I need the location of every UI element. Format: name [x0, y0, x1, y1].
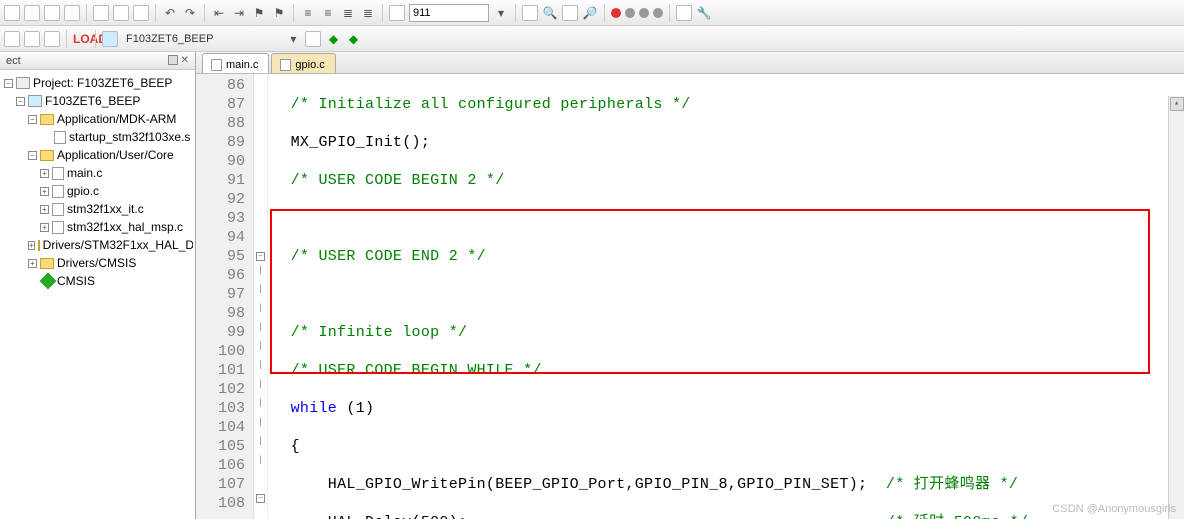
- window-icon[interactable]: [676, 5, 692, 21]
- file-icon: [211, 59, 222, 71]
- tree-grp-mdkarm[interactable]: −Application/MDK-ARM: [2, 110, 193, 128]
- editor-area: main.c gpio.c 86878889 90919293 94959697…: [196, 52, 1184, 519]
- redo-icon[interactable]: ↷: [182, 6, 198, 20]
- rebuild-icon[interactable]: [24, 31, 40, 47]
- new-icon[interactable]: [4, 5, 20, 21]
- bookmark-icon[interactable]: ⚑: [251, 6, 267, 20]
- debug-step-icon[interactable]: [625, 8, 635, 18]
- save-icon[interactable]: [44, 5, 60, 21]
- manage-icon[interactable]: ◆: [325, 32, 341, 46]
- saveall-icon[interactable]: [64, 5, 80, 21]
- uncomment-icon[interactable]: ≡: [320, 6, 336, 20]
- scroll-up-icon[interactable]: ▴: [1170, 97, 1184, 111]
- project-panel-header: ect ✕: [0, 52, 195, 70]
- tree-file-mainc[interactable]: +main.c: [2, 164, 193, 182]
- replace-icon[interactable]: 🔍: [542, 6, 558, 20]
- open-icon[interactable]: [24, 5, 40, 21]
- tree-grp-cmsis[interactable]: +Drivers/CMSIS: [2, 254, 193, 272]
- fold-icon[interactable]: −: [256, 494, 265, 503]
- format2-icon[interactable]: ≣: [360, 6, 376, 20]
- incremental-icon[interactable]: [562, 5, 578, 21]
- target-icon[interactable]: [102, 31, 118, 47]
- search-input[interactable]: [409, 4, 489, 22]
- bookmark-prev-icon[interactable]: ⚑: [271, 6, 287, 20]
- toolbar-build: LOAD F103ZET6_BEEP ▾ ◆ ◆: [0, 26, 1184, 52]
- target-name: F103ZET6_BEEP: [122, 33, 217, 45]
- build-icon[interactable]: [4, 31, 20, 47]
- close-panel-icon[interactable]: ✕: [181, 55, 189, 66]
- find-icon[interactable]: [389, 5, 405, 21]
- project-panel: ect ✕ −Project: F103ZET6_BEEP −F103ZET6_…: [0, 52, 196, 519]
- paste-icon[interactable]: [133, 5, 149, 21]
- dropdown2-icon[interactable]: ▾: [285, 32, 301, 46]
- tree-grp-haldrv[interactable]: +Drivers/STM32F1xx_HAL_D: [2, 236, 193, 254]
- comment-icon[interactable]: ≡: [300, 6, 316, 20]
- findfiles-icon[interactable]: [522, 5, 538, 21]
- indent-left-icon[interactable]: ⇤: [211, 6, 227, 20]
- tool-icon[interactable]: 🔧: [696, 6, 712, 20]
- packs-icon[interactable]: ◆: [345, 32, 361, 46]
- code-area[interactable]: 86878889 90919293 94959697 9899100101 10…: [196, 74, 1184, 519]
- download-icon[interactable]: LOAD: [73, 32, 89, 46]
- tree-file-startup[interactable]: startup_stm32f103xe.s: [2, 128, 193, 146]
- undo-icon[interactable]: ↶: [162, 6, 178, 20]
- tree-cmsis[interactable]: CMSIS: [2, 272, 193, 290]
- project-tree[interactable]: −Project: F103ZET6_BEEP −F103ZET6_BEEP −…: [0, 70, 195, 294]
- debug-step3-icon[interactable]: [653, 8, 663, 18]
- tree-file-halmsp[interactable]: +stm32f1xx_hal_msp.c: [2, 218, 193, 236]
- indent-right-icon[interactable]: ⇥: [231, 6, 247, 20]
- panel-title: ect: [6, 55, 21, 67]
- fold-column[interactable]: − ||||||||||| −: [254, 74, 268, 519]
- scrollbar-vertical[interactable]: ▴: [1168, 96, 1184, 519]
- tree-project-root[interactable]: −Project: F103ZET6_BEEP: [2, 74, 193, 92]
- pin-icon[interactable]: [168, 55, 178, 65]
- tree-grp-usercore[interactable]: −Application/User/Core: [2, 146, 193, 164]
- buildall-icon[interactable]: [44, 31, 60, 47]
- format-icon[interactable]: ≣: [340, 6, 356, 20]
- line-gutter: 86878889 90919293 94959697 9899100101 10…: [196, 74, 254, 519]
- options-icon[interactable]: [305, 31, 321, 47]
- tab-gpio-c[interactable]: gpio.c: [271, 53, 335, 73]
- debug-stop-icon[interactable]: [611, 8, 621, 18]
- tree-file-gpioc[interactable]: +gpio.c: [2, 182, 193, 200]
- debug-step2-icon[interactable]: [639, 8, 649, 18]
- copy-icon[interactable]: [113, 5, 129, 21]
- file-tabs: main.c gpio.c: [196, 52, 1184, 74]
- toolbar-top: ↶ ↷ ⇤ ⇥ ⚑ ⚑ ≡ ≡ ≣ ≣ ▾ 🔍 🔎 🔧: [0, 0, 1184, 26]
- tree-target[interactable]: −F103ZET6_BEEP: [2, 92, 193, 110]
- cut-icon[interactable]: [93, 5, 109, 21]
- watermark: CSDN @Anonymousgirls: [1052, 503, 1176, 515]
- dropdown-icon[interactable]: ▾: [493, 6, 509, 20]
- code-text[interactable]: /* Initialize all configured peripherals…: [268, 74, 1184, 519]
- file-icon: [280, 59, 291, 71]
- magnify-icon[interactable]: 🔎: [582, 6, 598, 20]
- fold-icon[interactable]: −: [256, 252, 265, 261]
- tab-main-c[interactable]: main.c: [202, 53, 269, 73]
- tree-file-itc[interactable]: +stm32f1xx_it.c: [2, 200, 193, 218]
